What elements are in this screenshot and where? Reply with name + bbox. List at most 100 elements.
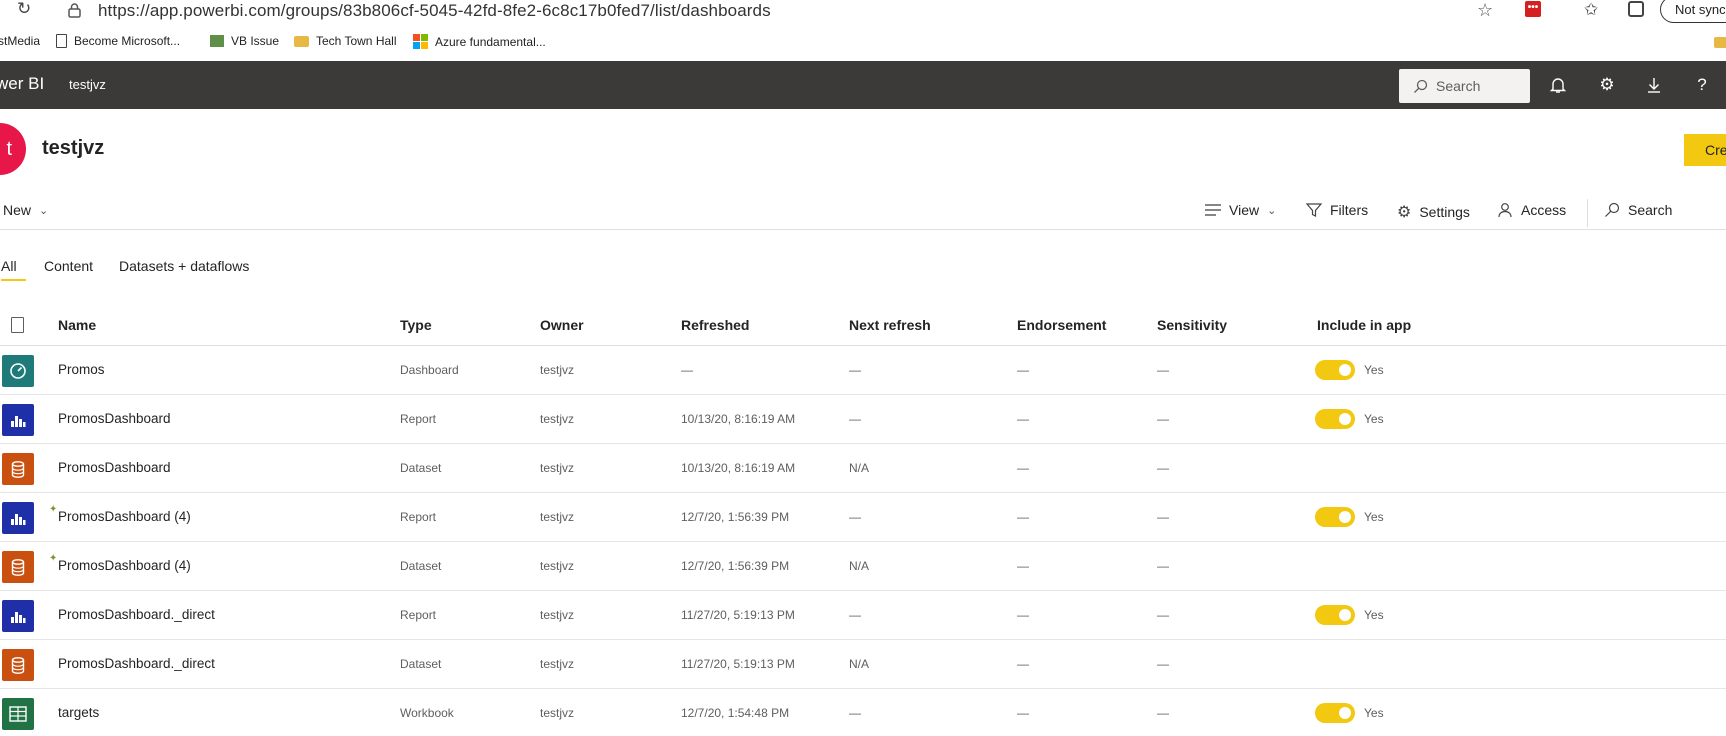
bookmark-label: stMedia [0,34,41,48]
column-header-type[interactable]: Type [400,317,432,333]
item-sensitivity: — [1157,706,1169,720]
item-type: Report [400,608,437,622]
settings-button[interactable]: ⚙ Settings [1397,202,1470,222]
item-name-link[interactable]: PromosDashboard._direct [58,656,215,671]
extension-icon[interactable]: ••• [1525,1,1541,17]
bookmark-item[interactable]: Azure fundamental... [413,34,546,49]
item-refreshed: 12/7/20, 1:56:39 PM [681,559,790,573]
include-in-app-toggle[interactable] [1315,507,1355,527]
access-button[interactable]: Access [1497,202,1566,218]
filters-button[interactable]: Filters [1306,202,1368,218]
view-button[interactable]: View ⌄ [1205,202,1276,218]
item-owner: testjvz [540,363,575,377]
notifications-icon[interactable] [1548,75,1568,95]
collections-icon[interactable] [1628,1,1644,17]
page-icon [56,34,67,48]
item-endorsement: — [1017,608,1029,622]
item-endorsement: — [1017,363,1029,377]
gear-icon[interactable]: ⚙ [1597,75,1617,95]
item-next-refresh: — [849,608,861,622]
bookmark-label: Tech Town Hall [316,34,397,48]
workspace-breadcrumb[interactable]: testjvz [69,77,106,92]
command-bar: New ⌄ View ⌄ Filters ⚙ Settings Access S… [0,196,1726,230]
tab-all[interactable]: All [1,258,26,281]
item-owner: testjvz [540,657,575,671]
new-button[interactable]: New ⌄ [3,202,48,218]
favorites-icon[interactable]: ✩ [1584,0,1598,20]
column-header-endorsement[interactable]: Endorsement [1017,317,1106,333]
item-sensitivity: — [1157,363,1169,377]
table-row[interactable]: targets Workbook testjvz 12/7/20, 1:54:48 P… [0,689,1726,736]
item-sensitivity: — [1157,510,1169,524]
item-name-link[interactable]: Promos [58,362,105,377]
item-name-link[interactable]: PromosDashboard (4) [58,509,191,524]
favorite-star-icon[interactable]: ☆ [1477,0,1493,21]
column-header-include-in-app[interactable]: Include in app [1317,317,1411,333]
include-in-app-toggle[interactable] [1315,409,1355,429]
item-refreshed: 10/13/20, 8:16:19 AM [681,461,796,475]
column-header-next-refresh[interactable]: Next refresh [849,317,931,333]
column-header-owner[interactable]: Owner [540,317,584,333]
folder-icon [294,35,309,47]
create-app-button[interactable]: Cre [1684,134,1726,166]
bookmark-label: Become Microsoft... [74,34,181,48]
table-row[interactable]: PromosDashboard Report testjvz 10/13/20, 8:… [0,395,1726,444]
item-name-link[interactable]: PromosDashboard [58,460,171,475]
chevron-down-icon: ⌄ [39,204,49,217]
column-header-sensitivity[interactable]: Sensitivity [1157,317,1227,333]
app-brand[interactable]: wer BI [0,74,44,94]
item-owner: testjvz [540,559,575,573]
lock-icon[interactable] [68,2,81,18]
reload-icon[interactable]: ↻ [17,0,37,20]
item-endorsement: — [1017,412,1029,426]
item-owner: testjvz [540,608,575,622]
bookmark-item[interactable]: stMedia [0,34,40,48]
item-owner: testjvz [540,412,575,426]
url-field[interactable]: https://app.powerbi.com/groups/83b806cf-… [98,1,771,21]
workbook-icon [2,698,34,730]
sync-button[interactable]: Not sync [1660,0,1726,23]
header-search-label: Search [1436,78,1481,94]
item-sensitivity: — [1157,412,1169,426]
tab-datasets-dataflows[interactable]: Datasets + dataflows [119,258,249,274]
include-in-app-label: Yes [1364,510,1384,524]
help-icon[interactable]: ? [1692,75,1712,95]
bookmark-item[interactable]: Become Microsoft... [56,34,180,48]
item-sensitivity: — [1157,559,1169,573]
workspace-search[interactable]: Search [1604,202,1672,218]
tab-content[interactable]: Content [44,258,93,274]
item-next-refresh: — [849,363,861,377]
item-next-refresh: N/A [849,559,870,573]
bookmark-item[interactable]: Tech Town Hall [294,34,396,48]
table-row[interactable]: PromosDashboard Dataset testjvz 10/13/20, 8… [0,444,1726,493]
item-type: Dashboard [400,363,459,377]
bookmark-label: Azure fundamental... [435,34,546,49]
item-next-refresh: — [849,412,861,426]
header-search-box[interactable]: Search [1399,69,1530,103]
item-type: Report [400,412,437,426]
include-in-app-toggle[interactable] [1315,703,1355,723]
item-type: Dataset [400,657,442,671]
include-in-app-label: Yes [1364,706,1384,720]
table-row[interactable]: PromosDashboard._direct Report testjvz 11/2… [0,591,1726,640]
folder-icon[interactable] [1714,37,1726,48]
include-in-app-toggle[interactable] [1315,360,1355,380]
column-header-name[interactable]: Name [58,317,96,333]
column-header-refreshed[interactable]: Refreshed [681,317,749,333]
include-in-app-toggle[interactable] [1315,605,1355,625]
item-type: Workbook [400,706,454,720]
table-header: Name Type Owner Refreshed Next refresh E… [0,308,1726,346]
table-row[interactable]: PromosDashboard._direct Dataset testjvz 11/… [0,640,1726,689]
report-icon [2,404,34,436]
bookmark-item[interactable]: VB Issue [210,34,279,48]
download-icon[interactable] [1644,75,1664,95]
item-name-link[interactable]: PromosDashboard (4) [58,558,191,573]
item-name-link[interactable]: PromosDashboard._direct [58,607,215,622]
table-row[interactable]: ✦ PromosDashboard (4) Dataset testjvz 12/7/2… [0,542,1726,591]
table-row[interactable]: Promos Dashboard testjvz — — — — Yes [0,346,1726,395]
item-name-link[interactable]: PromosDashboard [58,411,171,426]
item-endorsement: — [1017,559,1029,573]
item-name-link[interactable]: targets [58,705,99,720]
table-row[interactable]: ✦ PromosDashboard (4) Report testjvz 12/7/20… [0,493,1726,542]
vb-icon [210,35,224,47]
